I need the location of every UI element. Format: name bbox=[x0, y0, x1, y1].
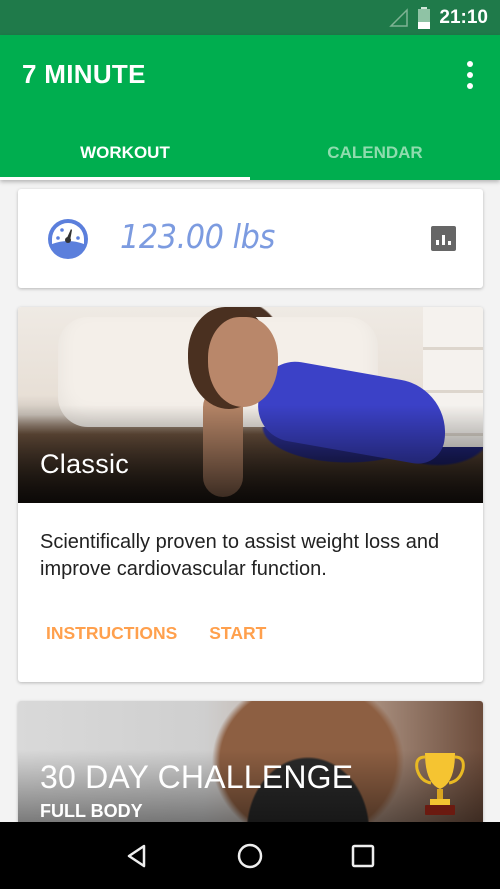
back-icon bbox=[127, 844, 145, 867]
instructions-button[interactable]: INSTRUCTIONS bbox=[46, 623, 177, 644]
recents-button[interactable] bbox=[343, 836, 383, 876]
tab-workout[interactable]: WORKOUT bbox=[0, 125, 250, 180]
weight-value: 123.00 lbs bbox=[120, 217, 275, 256]
weight-card[interactable]: 123.00 lbs bbox=[18, 189, 483, 288]
challenge-title: 30 DAY CHALLENGE bbox=[40, 759, 354, 795]
app-bar: 7 MINUTE WORKOUT CALENDAR bbox=[0, 35, 500, 180]
home-icon bbox=[237, 843, 263, 868]
recents-icon bbox=[352, 844, 375, 867]
navigation-bar bbox=[0, 822, 500, 889]
clock: 21:10 bbox=[439, 6, 488, 28]
challenge-subtitle: FULL BODY bbox=[40, 801, 143, 821]
more-vert-icon[interactable] bbox=[464, 61, 476, 89]
workout-card-classic[interactable]: Classic Scientifically proven to assist … bbox=[18, 307, 483, 682]
home-button[interactable] bbox=[230, 836, 270, 876]
bar-chart-icon[interactable] bbox=[431, 226, 456, 251]
workout-description: Scientifically proven to assist weight l… bbox=[40, 531, 440, 580]
workout-title: Classic bbox=[40, 449, 130, 479]
signal-icon bbox=[389, 7, 409, 27]
challenge-card[interactable]: 30 DAY CHALLENGE FULL BODY bbox=[18, 701, 483, 822]
status-bar: 21:10 bbox=[0, 0, 500, 35]
card-actions: INSTRUCTIONS START bbox=[46, 623, 266, 644]
app-title: 7 MINUTE bbox=[22, 59, 146, 89]
gauge-icon bbox=[48, 219, 88, 259]
back-button[interactable] bbox=[117, 836, 157, 876]
battery-icon bbox=[418, 6, 431, 29]
workout-image[interactable]: Classic bbox=[18, 307, 483, 503]
tab-bar: WORKOUT CALENDAR bbox=[0, 125, 500, 180]
workout-list[interactable]: 123.00 lbs Classic Scientifically proven… bbox=[0, 180, 500, 822]
trophy-icon bbox=[415, 753, 465, 815]
tab-calendar[interactable]: CALENDAR bbox=[250, 125, 500, 180]
start-button[interactable]: START bbox=[209, 623, 266, 644]
